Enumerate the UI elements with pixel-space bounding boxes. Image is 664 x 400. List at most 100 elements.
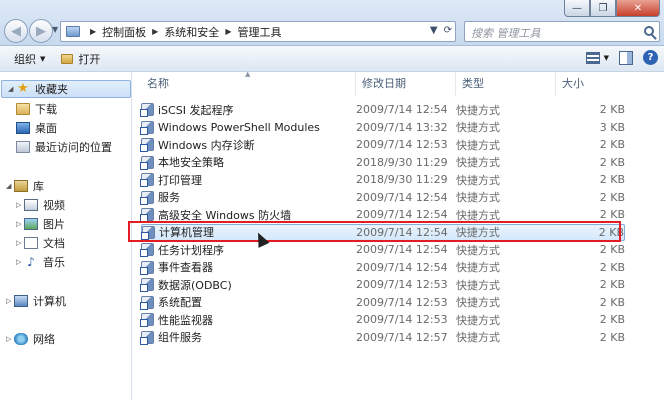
organize-button[interactable]: 组织 ▼ (6, 48, 53, 70)
recent-places-icon (16, 141, 30, 153)
breadcrumb-separator-icon[interactable]: ▶ (152, 27, 158, 36)
file-row[interactable]: Windows 内存诊断 2009/7/14 12:53 快捷方式 2 KB (140, 136, 625, 153)
file-type: 快捷方式 (456, 121, 500, 134)
sidebar-item-music[interactable]: ▷ ♪ 音乐 (16, 253, 65, 271)
pictures-icon (24, 218, 38, 230)
file-name: 任务计划程序 (158, 243, 224, 257)
sidebar-item-videos[interactable]: ▷ 视频 (16, 196, 65, 214)
open-label: 打开 (78, 52, 101, 66)
expand-icon[interactable]: ◢ (8, 85, 16, 93)
expand-icon[interactable]: ▷ (6, 297, 14, 305)
file-row[interactable]: 事件查看器 2009/7/14 12:54 快捷方式 2 KB (140, 259, 625, 276)
expand-icon[interactable]: ▷ (16, 201, 24, 209)
refresh-icon[interactable]: ⟳ (444, 25, 452, 36)
expand-icon[interactable]: ▷ (16, 239, 24, 247)
star-icon: ★ (17, 81, 29, 96)
expand-icon[interactable]: ▷ (16, 258, 24, 266)
file-name: 系统配置 (158, 296, 202, 309)
expand-icon[interactable]: ▷ (16, 220, 24, 228)
file-row[interactable]: 计算机管理 2009/7/14 12:54 快捷方式 2 KB (141, 223, 625, 241)
file-type: 快捷方式 (456, 103, 500, 117)
file-date: 2009/7/14 12:54 (356, 225, 448, 239)
file-name-cell: 任务计划程序 (140, 242, 356, 258)
address-dropdown-icon[interactable]: ▼ (430, 25, 438, 36)
sidebar-item-downloads[interactable]: 下载 (16, 100, 57, 118)
file-row[interactable]: 组件服务 2009/7/14 12:57 快捷方式 2 KB (140, 329, 625, 346)
column-header-size[interactable]: 大小 (556, 72, 636, 96)
chevron-down-icon[interactable]: ▼ (604, 54, 609, 62)
breadcrumb-system-security[interactable]: 系统和安全 (164, 24, 219, 40)
sidebar-item-desktop[interactable]: 桌面 (16, 119, 57, 137)
file-row[interactable]: 本地安全策略 2018/9/30 11:29 快捷方式 2 KB (140, 154, 625, 171)
sidebar-item-label: 收藏夹 (35, 83, 68, 96)
column-header-type[interactable]: 类型 (456, 72, 556, 96)
sidebar-item-recent[interactable]: 最近访问的位置 (16, 138, 112, 156)
file-date: 2009/7/14 12:54 (356, 208, 448, 221)
search-icon (644, 26, 654, 36)
sidebar-item-computer[interactable]: ▷ 计算机 (0, 292, 66, 310)
file-size: 2 KB (599, 190, 625, 204)
breadcrumb-separator-icon[interactable]: ▶ (90, 27, 96, 36)
shortcut-icon (140, 138, 154, 152)
view-options-icon[interactable] (585, 51, 600, 64)
file-row[interactable]: 高级安全 Windows 防火墙 2009/7/14 12:54 快捷方式 2 KB (140, 206, 625, 223)
close-button[interactable]: ✕ (616, 0, 660, 17)
file-size: 2 KB (599, 103, 625, 116)
sidebar-item-libraries[interactable]: ◢ 库 (0, 177, 44, 195)
file-type: 快捷方式 (456, 331, 500, 344)
forward-button[interactable]: ▶ (29, 19, 53, 43)
file-size: 2 KB (599, 330, 625, 344)
file-date: 2009/7/14 12:53 (356, 278, 448, 291)
sidebar-item-favorites[interactable]: ◢ ★ 收藏夹 (1, 80, 131, 98)
sidebar-item-label: 库 (33, 180, 44, 193)
preview-pane-icon[interactable] (619, 50, 633, 65)
file-size: 2 KB (599, 243, 625, 256)
sidebar-item-label: 桌面 (35, 122, 57, 135)
sidebar-item-label: 计算机 (33, 295, 66, 308)
file-row[interactable]: 系统配置 2009/7/14 12:53 快捷方式 2 KB (140, 294, 625, 311)
music-icon: ♪ (27, 255, 35, 269)
file-row[interactable]: Windows PowerShell Modules 2009/7/14 13:3… (140, 119, 625, 136)
file-name: 组件服务 (158, 331, 202, 344)
help-icon[interactable]: ? (643, 50, 658, 65)
open-button[interactable]: 打开 (53, 48, 108, 70)
file-type: 快捷方式 (456, 156, 500, 169)
file-name-cell: 服务 (140, 189, 356, 205)
control-panel-icon (66, 26, 80, 37)
video-icon (24, 199, 38, 211)
file-type: 快捷方式 (456, 138, 500, 152)
file-row[interactable]: iSCSI 发起程序 2009/7/14 12:54 快捷方式 2 KB (140, 101, 625, 118)
forward-arrow-icon: ▶ (36, 23, 46, 39)
sidebar-item-documents[interactable]: ▷ 文档 (16, 234, 65, 252)
file-row[interactable]: 服务 2009/7/14 12:54 快捷方式 2 KB (140, 189, 625, 206)
file-name-cell: 本地安全策略 (140, 154, 356, 170)
minimize-button[interactable]: — (564, 0, 590, 17)
file-name-cell: 数据源(ODBC) (140, 277, 356, 293)
open-icon (61, 53, 74, 64)
search-input[interactable]: 搜索 管理工具 (464, 21, 660, 42)
shortcut-icon (140, 208, 154, 222)
expand-icon[interactable]: ▷ (6, 335, 14, 343)
file-date: 2009/7/14 12:53 (356, 313, 448, 326)
breadcrumb-control-panel[interactable]: 控制面板 (102, 24, 146, 40)
title-bar: — ❐ ✕ ◀ ▶ ▼ ▶ 控制面板 ▶ 系统和安全 ▶ 管理工具 ▼ ⟳ 搜索… (0, 0, 664, 46)
file-row[interactable]: 任务计划程序 2009/7/14 12:54 快捷方式 2 KB (140, 241, 625, 258)
file-row[interactable]: 打印管理 2018/9/30 11:29 快捷方式 2 KB (140, 171, 625, 188)
file-row[interactable]: 数据源(ODBC) 2009/7/14 12:53 快捷方式 2 KB (140, 276, 625, 293)
file-date: 2009/7/14 12:53 (356, 295, 448, 309)
breadcrumb-separator-icon[interactable]: ▶ (225, 27, 231, 36)
shortcut-icon (140, 103, 154, 117)
column-header-date[interactable]: 修改日期 (356, 72, 456, 96)
breadcrumb-admin-tools[interactable]: 管理工具 (237, 24, 281, 40)
expand-icon[interactable]: ◢ (6, 182, 14, 190)
sidebar-item-network[interactable]: ▷ 网络 (0, 330, 55, 348)
documents-icon (24, 237, 38, 249)
sidebar-item-pictures[interactable]: ▷ 图片 (16, 215, 65, 233)
file-row[interactable]: 性能监视器 2009/7/14 12:53 快捷方式 2 KB (140, 311, 625, 328)
history-dropdown-icon[interactable]: ▼ (52, 25, 58, 34)
address-bar[interactable]: ▶ 控制面板 ▶ 系统和安全 ▶ 管理工具 ▼ ⟳ (60, 21, 456, 42)
shortcut-icon (140, 260, 154, 275)
shortcut-icon (140, 190, 154, 205)
back-button[interactable]: ◀ (4, 19, 28, 43)
maximize-button[interactable]: ❐ (590, 0, 616, 17)
